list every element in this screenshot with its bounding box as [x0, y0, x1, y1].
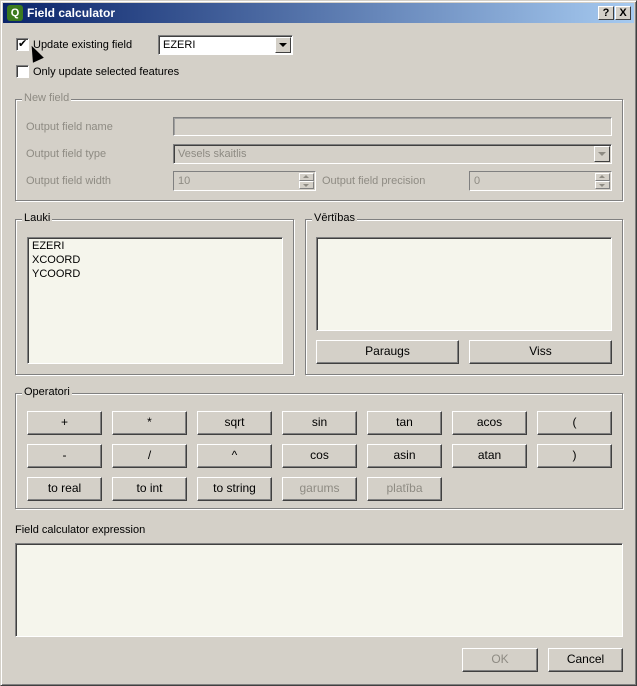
chevron-down-icon — [594, 146, 610, 162]
multiply-button[interactable]: * — [112, 411, 187, 435]
expression-input[interactable] — [15, 543, 623, 637]
plus-button[interactable]: + — [27, 411, 102, 435]
close-button[interactable]: X — [615, 6, 631, 20]
sin-button[interactable]: sin — [282, 411, 357, 435]
asin-button[interactable]: asin — [367, 444, 442, 468]
sample-button[interactable]: Paraugs — [316, 340, 459, 364]
spin-down-icon[interactable] — [299, 181, 314, 189]
spin-up-icon[interactable] — [595, 173, 610, 181]
output-field-width-spinbox[interactable]: 10 — [173, 171, 316, 191]
output-field-precision-label: Output field precision — [322, 175, 426, 187]
output-field-width-label: Output field width — [26, 175, 111, 187]
minus-button[interactable]: - — [27, 444, 102, 468]
close-paren-button[interactable]: ) — [537, 444, 612, 468]
atan-button[interactable]: atan — [452, 444, 527, 468]
divide-button[interactable]: / — [112, 444, 187, 468]
output-field-type-value: Vesels skaitlis — [178, 148, 247, 160]
expression-label: Field calculator expression — [15, 524, 146, 536]
output-field-precision-value: 0 — [474, 175, 481, 187]
title-bar: Q Field calculator ? X — [3, 3, 634, 23]
spin-down-icon[interactable] — [595, 181, 610, 189]
spin-up-icon[interactable] — [299, 173, 314, 181]
existing-field-select[interactable]: EZERI — [158, 35, 293, 55]
output-field-name-label: Output field name — [26, 121, 113, 133]
chevron-down-icon — [275, 37, 291, 53]
existing-field-value: EZERI — [163, 39, 196, 51]
to-real-button[interactable]: to real — [27, 477, 102, 501]
tan-button[interactable]: tan — [367, 411, 442, 435]
output-field-name-input[interactable] — [173, 117, 612, 136]
list-item[interactable]: EZERI — [32, 240, 64, 252]
sqrt-button[interactable]: sqrt — [197, 411, 272, 435]
to-string-button[interactable]: to string — [197, 477, 272, 501]
values-list[interactable] — [316, 237, 612, 331]
all-button[interactable]: Viss — [469, 340, 612, 364]
only-selected-checkbox[interactable] — [16, 65, 29, 78]
power-button[interactable]: ^ — [197, 444, 272, 468]
new-field-legend: New field — [22, 92, 72, 104]
to-int-button[interactable]: to int — [112, 477, 187, 501]
operators-legend: Operatori — [22, 386, 72, 398]
length-button[interactable]: garums — [282, 477, 357, 501]
output-field-width-value: 10 — [178, 175, 191, 187]
cancel-button[interactable]: Cancel — [548, 648, 623, 672]
list-item[interactable]: YCOORD — [32, 268, 80, 280]
update-existing-label[interactable]: Update existing field — [33, 39, 132, 51]
output-field-precision-spinbox[interactable]: 0 — [469, 171, 612, 191]
help-button[interactable]: ? — [598, 6, 614, 20]
area-button[interactable]: platība — [367, 477, 442, 501]
ok-button[interactable]: OK — [462, 648, 538, 672]
output-field-type-select[interactable]: Vesels skaitlis — [173, 144, 612, 164]
values-legend: Vērtības — [312, 212, 357, 224]
output-field-type-label: Output field type — [26, 148, 107, 160]
field-calculator-dialog: Q Field calculator ? X Update existing f… — [0, 0, 637, 686]
fields-legend: Lauki — [22, 212, 53, 224]
open-paren-button[interactable]: ( — [537, 411, 612, 435]
acos-button[interactable]: acos — [452, 411, 527, 435]
only-selected-label[interactable]: Only update selected features — [33, 66, 179, 78]
window-title: Field calculator — [27, 6, 116, 20]
qgis-icon: Q — [7, 5, 23, 21]
cos-button[interactable]: cos — [282, 444, 357, 468]
list-item[interactable]: XCOORD — [32, 254, 80, 266]
fields-list[interactable]: EZERI XCOORD YCOORD — [27, 237, 283, 364]
